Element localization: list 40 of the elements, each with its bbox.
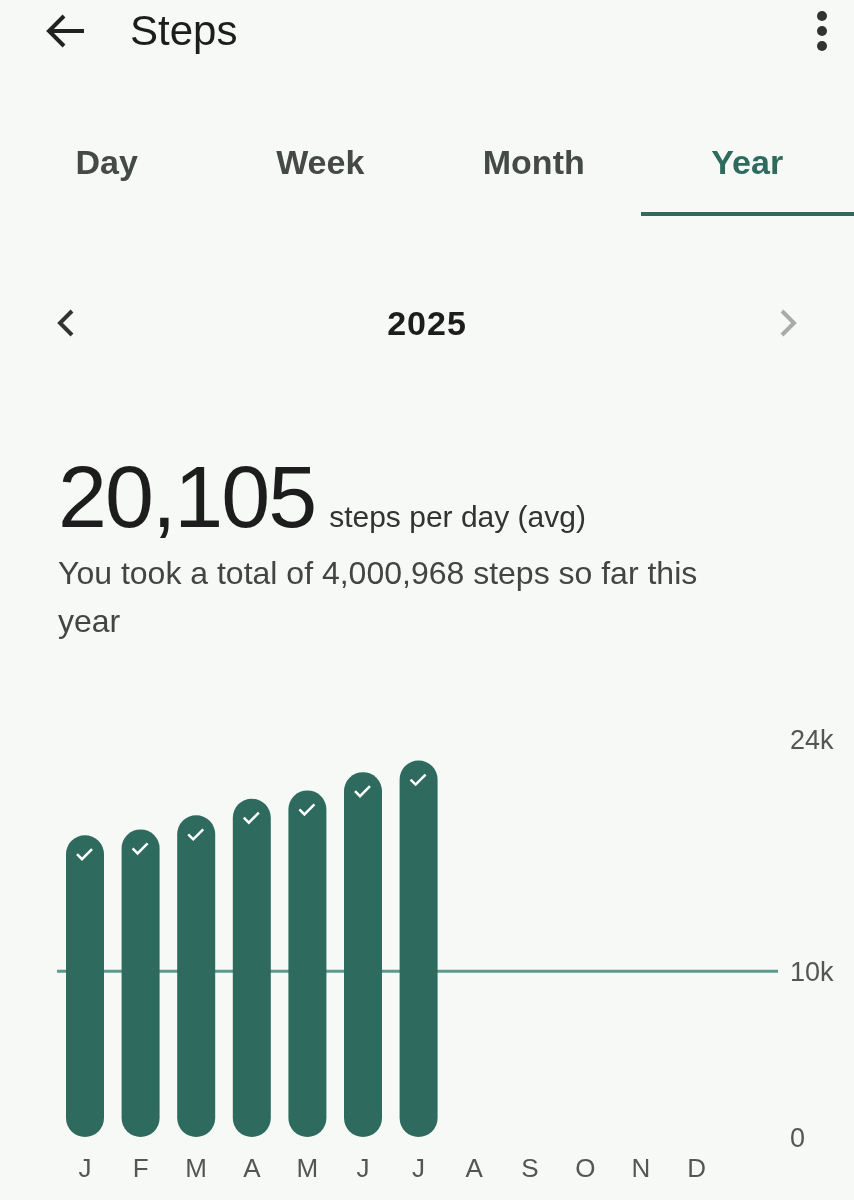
screen-title: Steps — [130, 7, 239, 55]
month-label: F — [132, 1153, 149, 1183]
bar[interactable] — [232, 798, 271, 1137]
month-label: J — [78, 1153, 92, 1183]
month-label: A — [465, 1153, 483, 1183]
month-label: O — [575, 1153, 596, 1183]
total-steps-text: You took a total of 4,000,968 steps so far this year — [58, 554, 699, 641]
axis-label: 0 — [790, 1123, 806, 1153]
check-icon — [298, 803, 316, 817]
axis-label: 10k — [790, 957, 834, 988]
bar[interactable] — [177, 815, 216, 1137]
axis-label: 24k — [790, 725, 834, 755]
bar[interactable] — [121, 829, 160, 1137]
month-label: A — [243, 1153, 261, 1183]
bar[interactable] — [66, 835, 104, 1137]
period-tab[interactable]: Week — [213, 110, 427, 216]
period-tab[interactable]: Month — [427, 110, 641, 216]
check-icon — [242, 811, 260, 825]
month-label: D — [687, 1153, 706, 1183]
bar[interactable] — [399, 760, 438, 1137]
check-icon — [354, 785, 371, 798]
month-label: S — [521, 1153, 539, 1183]
unit-label: steps per day (avg) — [329, 500, 586, 534]
check-icon — [187, 828, 205, 842]
month-label: J — [412, 1153, 426, 1183]
month-label: N — [631, 1153, 651, 1183]
more-icon[interactable] — [816, 11, 828, 51]
bar[interactable] — [344, 772, 382, 1137]
month-label: M — [185, 1153, 208, 1183]
period-tab[interactable]: Year — [640, 110, 854, 216]
period-tab[interactable]: Day — [0, 110, 214, 216]
average-steps-value: 20,105 — [58, 451, 316, 543]
previous-icon[interactable] — [56, 308, 76, 338]
check-icon — [131, 842, 149, 856]
bar[interactable] — [288, 790, 327, 1137]
check-icon — [76, 848, 93, 861]
month-label: M — [296, 1153, 319, 1183]
month-label: J — [356, 1153, 370, 1183]
check-icon — [409, 773, 427, 787]
period-label: 2025 — [387, 303, 467, 343]
